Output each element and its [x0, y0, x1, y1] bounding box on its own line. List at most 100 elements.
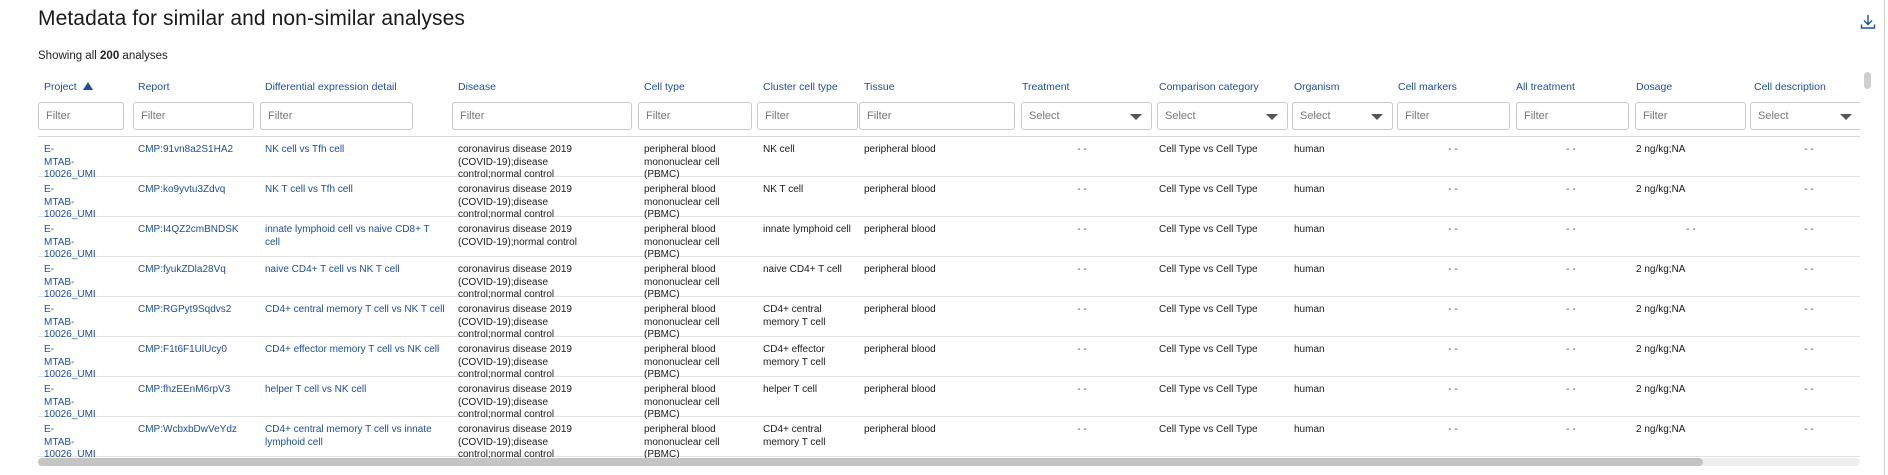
cell-treatment: - -: [1077, 264, 1087, 275]
vertical-scroll-thumb[interactable]: [1864, 72, 1871, 89]
filter-input-tissue[interactable]: Filter: [859, 102, 1015, 130]
cell-description: - -: [1804, 304, 1814, 315]
column-header-tissue[interactable]: Tissue: [864, 81, 895, 93]
column-header-detail[interactable]: Differential expression detail: [265, 81, 397, 93]
filter-input-dosage[interactable]: Filter: [1635, 102, 1746, 130]
table-row[interactable]: E-MTAB-10026_UMI CMP:fyukZDla28Vq naive CD…: [38, 257, 1860, 300]
table-row[interactable]: E-MTAB-10026_UMI CMP:I4QZ2cmBNDSK innate l…: [38, 217, 1860, 260]
horizontal-scrollbar[interactable]: [38, 458, 1860, 466]
cell-report-link[interactable]: CMP:91vn8a2S1HA2: [138, 144, 233, 157]
cell-description: - -: [1804, 424, 1814, 435]
column-header-comparison[interactable]: Comparison category: [1159, 81, 1259, 93]
cell-project-link[interactable]: E-MTAB-10026_UMI: [44, 304, 96, 342]
table-row[interactable]: E-MTAB-10026_UMI CMP:WcbxbDwVeYdz CD4+ cen…: [38, 417, 1860, 458]
cell-project-link[interactable]: E-MTAB-10026_UMI: [44, 384, 96, 422]
results-count: Showing all 200 analyses: [38, 50, 168, 62]
chevron-down-icon: [1130, 114, 1142, 120]
cell-project-link[interactable]: E-MTAB-10026_UMI: [44, 264, 96, 302]
column-header-label: Organism: [1294, 81, 1340, 93]
cell-project-link[interactable]: E-MTAB-10026_UMI: [44, 224, 96, 262]
chevron-down-icon: [1840, 114, 1852, 120]
filter-placeholder: Filter: [460, 110, 485, 122]
cell-dosage: 2 ng/kg;NA: [1636, 424, 1686, 435]
cell-all_treatment: - -: [1566, 184, 1576, 195]
column-header-label: Treatment: [1022, 81, 1070, 93]
column-header-disease[interactable]: Disease: [458, 81, 496, 93]
filter-input-cell_type[interactable]: Filter: [638, 102, 752, 130]
sort-ascending-icon[interactable]: [82, 82, 93, 90]
cell-tissue: peripheral blood: [864, 144, 936, 155]
select-description[interactable]: Select: [1750, 102, 1860, 130]
cell-all_treatment: - -: [1566, 304, 1576, 315]
select-organism[interactable]: Select: [1292, 102, 1393, 130]
cell-detail-link[interactable]: NK T cell vs Tfh cell: [265, 184, 445, 197]
cell-cell_type: peripheral blood mononuclear cell (PBMC): [644, 144, 720, 180]
cell-disease: coronavirus disease 2019 (COVID-19);dise…: [458, 264, 572, 300]
cell-report-link[interactable]: CMP:RGPyt9Sqdvs2: [138, 304, 233, 317]
cell-disease: coronavirus disease 2019 (COVID-19);norm…: [458, 224, 577, 248]
cell-cluster: innate lymphoid cell: [763, 224, 851, 235]
filter-placeholder: Filter: [46, 110, 71, 122]
cell-tissue: peripheral blood: [864, 184, 936, 195]
table-row[interactable]: E-MTAB-10026_UMI CMP:91vn8a2S1HA2 NK cell …: [38, 137, 1860, 180]
table-header: Project Filter Report Filter Differential ex…: [38, 73, 1860, 137]
cell-cell_type: peripheral blood mononuclear cell (PBMC): [644, 384, 720, 420]
table-row[interactable]: E-MTAB-10026_UMI CMP:F1t6F1UlUcy0 CD4+ eff…: [38, 337, 1860, 380]
column-header-cell_type[interactable]: Cell type: [644, 81, 685, 93]
column-header-dosage[interactable]: Dosage: [1636, 81, 1672, 93]
cell-detail-link[interactable]: innate lymphoid cell vs naive CD8+ T cel…: [265, 224, 445, 249]
cell-detail-link[interactable]: NK cell vs Tfh cell: [265, 144, 445, 157]
cell-detail-link[interactable]: helper T cell vs NK cell: [265, 384, 445, 397]
column-header-markers[interactable]: Cell markers: [1398, 81, 1457, 93]
column-header-report[interactable]: Report: [138, 81, 170, 93]
cell-cell_type: peripheral blood mononuclear cell (PBMC): [644, 344, 720, 380]
cell-report-link[interactable]: CMP:I4QZ2cmBNDSK: [138, 224, 239, 237]
cell-report-link[interactable]: CMP:fyukZDla28Vq: [138, 264, 233, 277]
column-header-treatment[interactable]: Treatment: [1022, 81, 1069, 93]
filter-input-cluster[interactable]: Filter: [757, 102, 858, 130]
table-row[interactable]: E-MTAB-10026_UMI CMP:RGPyt9Sqdvs2 CD4+ cen…: [38, 297, 1860, 340]
download-icon[interactable]: [1859, 13, 1877, 31]
cell-tissue: peripheral blood: [864, 344, 936, 355]
cell-report-link[interactable]: CMP:ko9yvtu3Zdvq: [138, 184, 233, 197]
chevron-down-icon: [1371, 114, 1383, 120]
cell-report-link[interactable]: CMP:fhzEEnM6rpV3: [138, 384, 233, 397]
cell-treatment: - -: [1077, 344, 1087, 355]
vertical-scrollbar[interactable]: [1863, 71, 1872, 371]
filter-input-detail[interactable]: Filter: [260, 102, 413, 130]
filter-input-all_treatment[interactable]: Filter: [1516, 102, 1629, 130]
cell-project-link[interactable]: E-MTAB-10026_UMI: [44, 184, 96, 222]
cell-detail-link[interactable]: CD4+ central memory T cell vs innate lym…: [265, 424, 445, 449]
column-header-description[interactable]: Cell description: [1754, 81, 1826, 93]
cell-project-link[interactable]: E-MTAB-10026_UMI: [44, 344, 96, 382]
filter-input-report[interactable]: Filter: [133, 102, 254, 130]
select-treatment[interactable]: Select: [1021, 102, 1152, 130]
column-header-cluster[interactable]: Cluster cell type: [763, 81, 838, 93]
column-header-label: Dosage: [1636, 81, 1673, 93]
column-header-project[interactable]: Project: [44, 81, 93, 93]
column-header-label: Tissue: [864, 81, 895, 93]
cell-disease: coronavirus disease 2019 (COVID-19);dise…: [458, 184, 572, 220]
cell-disease: coronavirus disease 2019 (COVID-19);dise…: [458, 144, 572, 180]
cell-project-link[interactable]: E-MTAB-10026_UMI: [44, 144, 96, 182]
column-header-label: Cluster cell type: [763, 81, 838, 93]
cell-dosage: 2 ng/kg;NA: [1636, 304, 1686, 315]
filter-input-markers[interactable]: Filter: [1397, 102, 1510, 130]
cell-report-link[interactable]: CMP:WcbxbDwVeYdz: [138, 424, 237, 437]
column-header-label: Project: [44, 81, 77, 93]
cell-detail-link[interactable]: naive CD4+ T cell vs NK T cell: [265, 264, 445, 277]
cell-dosage: 2 ng/kg;NA: [1636, 344, 1686, 355]
column-header-all_treatment[interactable]: All treatment: [1516, 81, 1575, 93]
table-row[interactable]: E-MTAB-10026_UMI CMP:fhzEEnM6rpV3 helper T…: [38, 377, 1860, 420]
table-row[interactable]: E-MTAB-10026_UMI CMP:ko9yvtu3Zdvq NK T cel…: [38, 177, 1860, 220]
cell-report-link[interactable]: CMP:F1t6F1UlUcy0: [138, 344, 233, 357]
cell-detail-link[interactable]: CD4+ central memory T cell vs NK T cell: [265, 304, 445, 317]
select-comparison[interactable]: Select: [1157, 102, 1288, 130]
filter-input-disease[interactable]: Filter: [452, 102, 632, 130]
column-header-organism[interactable]: Organism: [1294, 81, 1340, 93]
cell-comparison: Cell Type vs Cell Type: [1159, 344, 1258, 355]
cell-project-link[interactable]: E-MTAB-10026_UMI: [44, 424, 96, 458]
horizontal-scroll-thumb[interactable]: [38, 458, 1703, 466]
filter-input-project[interactable]: Filter: [38, 102, 124, 130]
cell-detail-link[interactable]: CD4+ effector memory T cell vs NK cell: [265, 344, 445, 357]
